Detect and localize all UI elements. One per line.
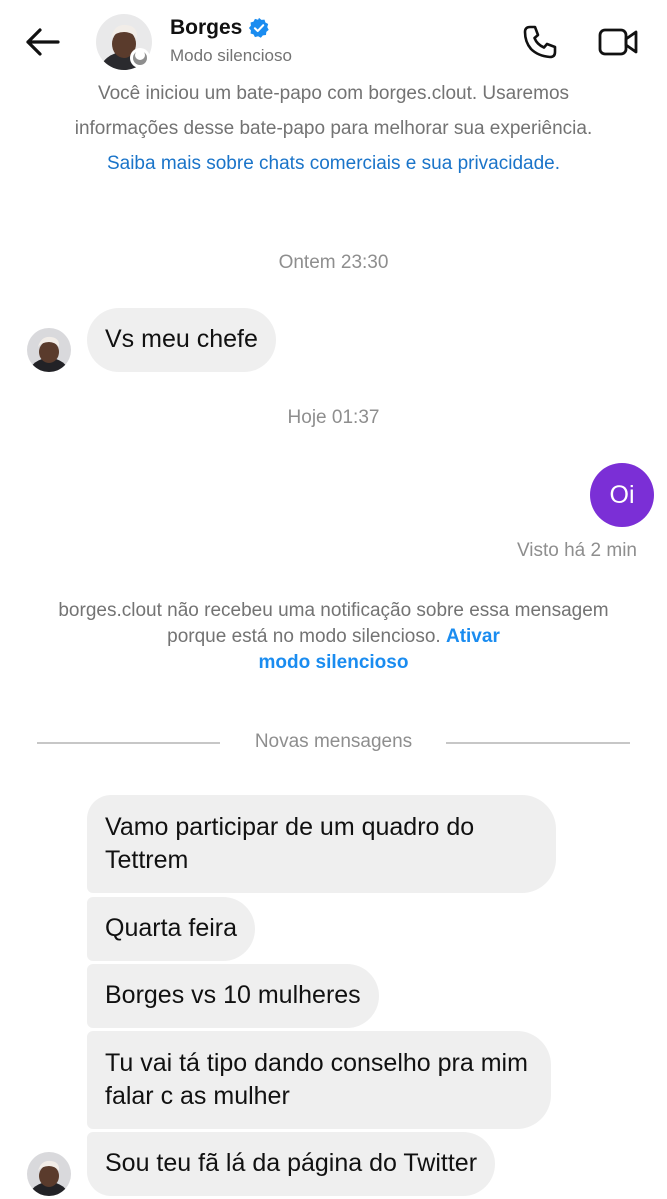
sender-avatar[interactable]: [27, 328, 71, 372]
message-text: Quarta feira: [105, 914, 238, 942]
phone-icon[interactable]: [520, 22, 560, 62]
message-bubble-incoming[interactable]: Borges vs 10 mulheres: [87, 964, 379, 1028]
timestamp-today: Hoje 01:37: [287, 407, 380, 428]
silent-mode-notice: borges.clout não recebeu uma notificação…: [40, 598, 627, 676]
message-bubble-outgoing[interactable]: Oi: [590, 463, 654, 527]
message-text: Tu vai tá tipo dando conselho pra mim fa…: [105, 1049, 528, 1110]
contact-avatar[interactable]: [96, 14, 152, 70]
sender-avatar[interactable]: [27, 1152, 71, 1196]
message-bubble-incoming[interactable]: Tu vai tá tipo dando conselho pra mim fa…: [87, 1031, 551, 1129]
new-messages-divider: Novas mensagens: [254, 731, 413, 752]
seen-status: Visto há 2 min: [516, 540, 637, 561]
contact-name[interactable]: Borges: [170, 16, 242, 40]
verified-badge-icon: [249, 17, 270, 38]
timestamp-yesterday: Ontem 23:30: [278, 252, 389, 273]
message-text: Vamo participar de um quadro do Tettrem: [105, 813, 475, 874]
back-arrow-icon[interactable]: [22, 22, 62, 62]
notice-text: borges.clout não recebeu uma notificação…: [58, 600, 609, 647]
message-bubble-incoming[interactable]: Vs meu chefe: [87, 308, 276, 372]
message-text: Sou teu fã lá da página do Twitter: [105, 1149, 478, 1177]
message-bubble-incoming[interactable]: Quarta feira: [87, 897, 256, 961]
privacy-link[interactable]: Saiba mais sobre chats comerciais e sua …: [20, 146, 647, 181]
video-camera-icon[interactable]: [596, 22, 640, 62]
message-bubble-incoming[interactable]: Sou teu fã lá da página do Twitter: [87, 1132, 496, 1196]
message-text: Borges vs 10 mulheres: [105, 981, 361, 1009]
message-text: Vs meu chefe: [105, 325, 258, 353]
business-chat-info: Você iniciou um bate-papo com borges.clo…: [20, 76, 647, 181]
contact-status: Modo silencioso: [170, 46, 292, 65]
message-text: Oi: [609, 480, 635, 509]
info-line-2: informações desse bate-papo para melhora…: [74, 118, 593, 139]
info-line-1: Você iniciou um bate-papo com borges.clo…: [97, 83, 570, 104]
message-bubble-incoming[interactable]: Vamo participar de um quadro do Tettrem: [87, 795, 556, 893]
silent-mode-indicator: [130, 48, 150, 68]
